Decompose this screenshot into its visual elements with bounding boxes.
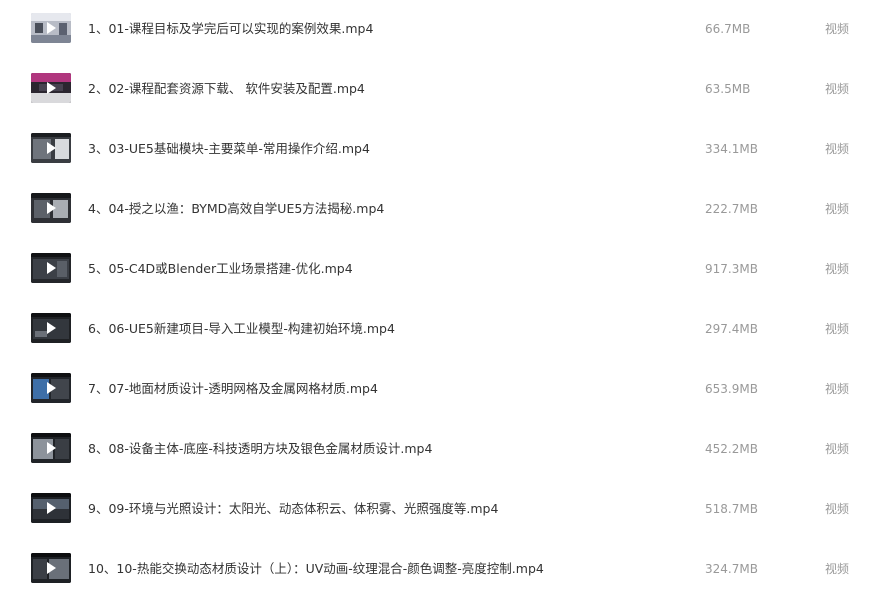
video-play-icon — [31, 253, 71, 283]
video-thumbnail[interactable] — [31, 373, 71, 403]
video-play-icon — [31, 313, 71, 343]
video-thumbnail[interactable] — [31, 253, 71, 283]
video-thumbnail[interactable] — [31, 433, 71, 463]
file-name[interactable]: 1、01-课程目标及学完后可以实现的案例效果.mp4 — [88, 21, 373, 37]
file-size: 63.5MB — [705, 82, 751, 96]
file-type: 视频 — [825, 22, 850, 36]
video-thumbnail[interactable] — [31, 73, 71, 103]
file-row-7[interactable]: 7、07-地面材质设计-透明网格及金属网格材质.mp4 653.9MB 视频 — [0, 360, 870, 420]
file-row-8[interactable]: 8、08-设备主体-底座-科技透明方块及银色金属材质设计.mp4 452.2MB… — [0, 420, 870, 480]
file-row-3[interactable]: 3、03-UE5基础模块-主要菜单-常用操作介绍.mp4 334.1MB 视频 — [0, 120, 870, 180]
video-play-icon — [31, 193, 71, 223]
file-row-4[interactable]: 4、04-授之以渔：BYMD高效自学UE5方法揭秘.mp4 222.7MB 视频 — [0, 180, 870, 240]
file-row-2[interactable]: 2、02-课程配套资源下载、 软件安装及配置.mp4 63.5MB 视频 — [0, 60, 870, 120]
file-type: 视频 — [825, 262, 850, 276]
file-size: 518.7MB — [705, 502, 758, 516]
file-size: 222.7MB — [705, 202, 758, 216]
file-name[interactable]: 7、07-地面材质设计-透明网格及金属网格材质.mp4 — [88, 381, 378, 397]
file-size: 653.9MB — [705, 382, 758, 396]
file-type: 视频 — [825, 442, 850, 456]
video-thumbnail[interactable] — [31, 313, 71, 343]
video-play-icon — [31, 553, 71, 583]
file-name[interactable]: 9、09-环境与光照设计：太阳光、动态体积云、体积雾、光照强度等.mp4 — [88, 501, 498, 517]
file-name[interactable]: 3、03-UE5基础模块-主要菜单-常用操作介绍.mp4 — [88, 141, 370, 157]
file-name[interactable]: 4、04-授之以渔：BYMD高效自学UE5方法揭秘.mp4 — [88, 201, 384, 217]
file-size: 297.4MB — [705, 322, 758, 336]
video-play-icon — [31, 493, 71, 523]
file-type: 视频 — [825, 382, 850, 396]
file-size: 324.7MB — [705, 562, 758, 576]
file-type: 视频 — [825, 322, 850, 336]
file-size: 452.2MB — [705, 442, 758, 456]
file-list: 1、01-课程目标及学完后可以实现的案例效果.mp4 66.7MB 视频 2、0… — [0, 0, 870, 594]
file-type: 视频 — [825, 142, 850, 156]
video-play-icon — [31, 13, 71, 43]
video-thumbnail[interactable] — [31, 553, 71, 583]
file-name[interactable]: 2、02-课程配套资源下载、 软件安装及配置.mp4 — [88, 81, 365, 97]
file-size: 66.7MB — [705, 22, 751, 36]
file-type: 视频 — [825, 562, 850, 576]
file-name[interactable]: 10、10-热能交换动态材质设计（上）：UV动画-纹理混合-颜色调整-亮度控制.… — [88, 561, 544, 577]
file-row-6[interactable]: 6、06-UE5新建项目-导入工业模型-构建初始环境.mp4 297.4MB 视… — [0, 300, 870, 360]
video-thumbnail[interactable] — [31, 13, 71, 43]
file-row-10[interactable]: 10、10-热能交换动态材质设计（上）：UV动画-纹理混合-颜色调整-亮度控制.… — [0, 540, 870, 600]
video-play-icon — [31, 133, 71, 163]
video-thumbnail[interactable] — [31, 493, 71, 523]
video-thumbnail[interactable] — [31, 133, 71, 163]
file-type: 视频 — [825, 502, 850, 516]
file-name[interactable]: 8、08-设备主体-底座-科技透明方块及银色金属材质设计.mp4 — [88, 441, 432, 457]
file-row-1[interactable]: 1、01-课程目标及学完后可以实现的案例效果.mp4 66.7MB 视频 — [0, 0, 870, 60]
file-row-5[interactable]: 5、05-C4D或Blender工业场景搭建-优化.mp4 917.3MB 视频 — [0, 240, 870, 300]
video-play-icon — [31, 73, 71, 103]
video-play-icon — [31, 433, 71, 463]
file-type: 视频 — [825, 82, 850, 96]
file-row-9[interactable]: 9、09-环境与光照设计：太阳光、动态体积云、体积雾、光照强度等.mp4 518… — [0, 480, 870, 540]
file-name[interactable]: 5、05-C4D或Blender工业场景搭建-优化.mp4 — [88, 261, 353, 277]
video-thumbnail[interactable] — [31, 193, 71, 223]
file-name[interactable]: 6、06-UE5新建项目-导入工业模型-构建初始环境.mp4 — [88, 321, 395, 337]
file-size: 334.1MB — [705, 142, 758, 156]
file-size: 917.3MB — [705, 262, 758, 276]
video-play-icon — [31, 373, 71, 403]
file-type: 视频 — [825, 202, 850, 216]
